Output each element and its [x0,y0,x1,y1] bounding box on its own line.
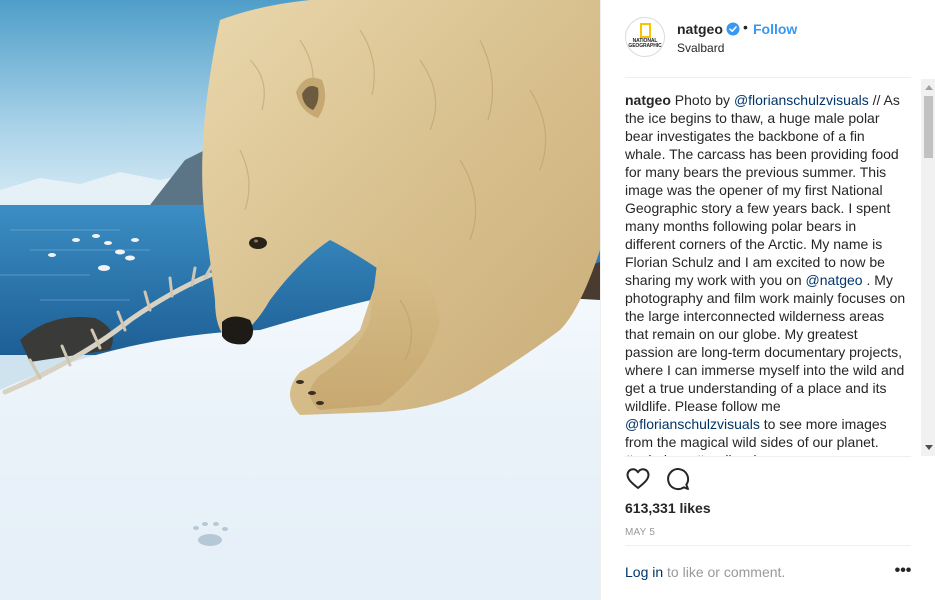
login-prompt-text: to like or comment. [663,564,786,580]
actions-divider [625,456,911,457]
scroll-up-arrow-icon[interactable] [925,85,933,90]
verified-badge-icon [726,22,740,36]
scroll-down-arrow-icon[interactable] [925,445,933,450]
caption-mention-1[interactable]: @florianschulzvisuals [734,92,869,108]
post-container: NATIONAL GEOGRAPHIC natgeo • Follow Sval… [0,0,935,600]
login-prompt: Log in to like or comment. [625,564,785,580]
post-header: NATIONAL GEOGRAPHIC natgeo • Follow Sval… [601,0,935,78]
avatar[interactable]: NATIONAL GEOGRAPHIC [625,17,665,57]
caption: natgeo Photo by @florianschulzvisuals //… [625,91,907,456]
comments-area[interactable]: natgeo Photo by @florianschulzvisuals //… [601,79,935,456]
location-link[interactable]: Svalbard [677,41,724,55]
likes-count[interactable]: 613,331 likes [625,500,711,516]
footer-divider [625,545,911,546]
post-photo[interactable] [0,0,600,600]
polar-bear-image [0,0,600,600]
separator-dot: • [743,19,748,35]
caption-text-1: Photo by [670,92,734,108]
caption-username[interactable]: natgeo [625,92,671,108]
post-side-panel: NATIONAL GEOGRAPHIC natgeo • Follow Sval… [600,0,935,600]
post-date[interactable]: MAY 5 [625,527,655,538]
scrollbar-thumb[interactable] [924,96,933,158]
header-divider [625,77,911,78]
caption-mention-3[interactable]: @florianschulzvisuals [625,416,760,432]
login-link[interactable]: Log in [625,564,663,580]
more-options-icon[interactable]: ••• [893,563,913,582]
comment-bubble-icon[interactable] [665,466,691,492]
avatar-logo-text: NATIONAL GEOGRAPHIC [628,38,662,49]
heart-outline-icon[interactable] [625,466,651,492]
caption-text-3: . My photography and film work mainly fo… [625,272,906,414]
username-link[interactable]: natgeo [677,21,723,37]
caption-mention-2[interactable]: @natgeo [806,272,863,288]
natgeo-frame-logo-icon [640,23,651,38]
caption-text-2: // As the ice begins to thaw, a huge mal… [625,92,900,288]
follow-button[interactable]: Follow [753,21,797,37]
comments-scrollbar[interactable] [921,79,935,456]
